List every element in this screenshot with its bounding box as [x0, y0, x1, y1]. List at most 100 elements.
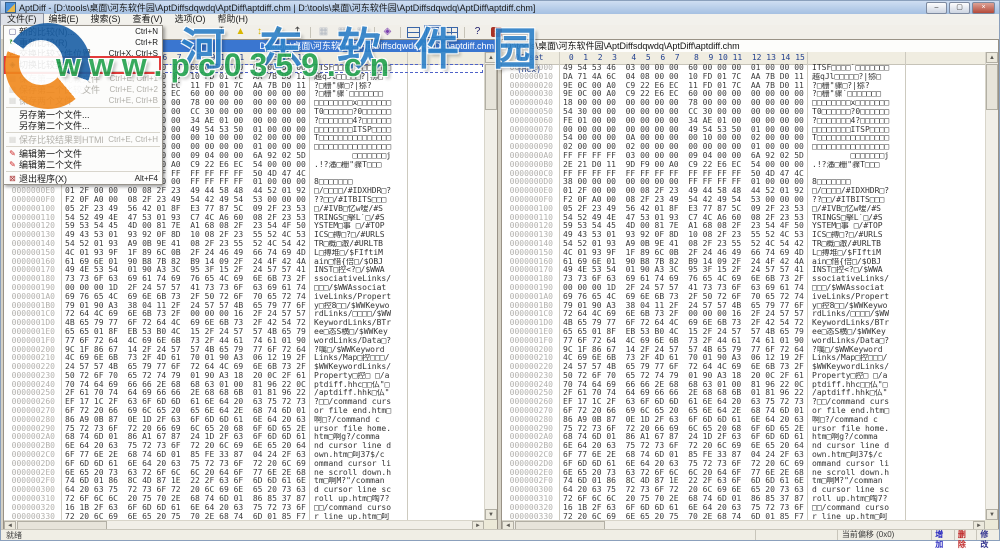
row-ascii: 啊□?/command c [314, 416, 406, 425]
row-bytes: 50 72 6F 70 65 72 74 79 01 90 A3 18 20 0… [563, 371, 804, 380]
scroll-up-button[interactable]: ▲ [485, 52, 497, 63]
column-divider [905, 52, 906, 522]
comparison-type-icon[interactable]: ◈ [379, 25, 396, 40]
save-second-file-icon[interactable]: ▦ [334, 25, 351, 40]
row-ascii: roll up.htm□啕7? [314, 495, 406, 504]
row-ascii: rdLinks/□□□□/$WW [314, 310, 406, 319]
vertical-scrollbar[interactable]: ▲▼ [484, 52, 497, 520]
scroll-down-button[interactable]: ▼ [485, 509, 497, 520]
row-ascii: □□□□□□□□ITSP□□□□ [314, 126, 406, 135]
file-menu-item-8[interactable]: ▦保存两个文件Ctrl+E, Ctrl+B [4, 95, 162, 106]
previous-difference-icon[interactable]: ▲ [232, 25, 249, 40]
row-ascii: htm□啊g?/comma [812, 433, 904, 442]
row-ascii: □/□□□□/#IDXHDR□? [812, 187, 904, 196]
row-bytes: 61 69 6E 01 90 B8 7B 82 B9 14 09 2F 24 4… [65, 257, 306, 266]
menubar-item-1[interactable]: 文件(F) [1, 14, 43, 25]
row-ascii: ?□□/command curs [812, 398, 904, 407]
row-bytes: 75 72 73 6F 72 20 66 69 6C 65 20 68 6F 6… [65, 424, 306, 433]
save-both-files-icon[interactable]: ▦ [353, 25, 370, 40]
row-ascii: 8□□□□□□□ [812, 178, 904, 187]
row-bytes: 9E 0C 00 A0 C9 22 E6 EC 11 FD 01 7C AA 7… [563, 81, 804, 90]
toolbar-separator [400, 27, 401, 38]
row-ascii: /aptdiff.hhk□仏" [314, 389, 406, 398]
row-bytes: 79 01 90 A3 38 04 11 2F 24 57 57 4B 65 7… [563, 301, 804, 310]
row-ascii: $WWKeywordLinks/ [314, 363, 406, 372]
row-ascii: YSTEM□事 □/#TOP [314, 222, 406, 231]
row-bytes: F2 0F A0 00 08 2F 23 49 54 42 49 54 53 0… [65, 195, 306, 204]
menubar-item-2[interactable]: 编辑(E) [43, 14, 85, 25]
legend-增加: 增加 [931, 530, 954, 540]
close-button[interactable]: × [972, 2, 995, 14]
vertical-scroll-thumb[interactable] [485, 64, 497, 110]
last-difference-icon[interactable]: ↥ [289, 25, 306, 40]
scroll-down-button[interactable]: ▼ [986, 509, 998, 520]
next-difference-icon[interactable]: ▼ [270, 25, 287, 40]
layout-grid-icon[interactable] [443, 25, 460, 40]
row-ascii: own.htm□呵37$/c [314, 451, 406, 460]
row-ascii: ptdiff.hhc□□仏"□ [314, 381, 406, 390]
row-bytes: 9C 1F 86 67 14 2F 24 57 57 4B 65 79 77 6… [563, 345, 804, 354]
current-difference-icon[interactable]: ↕ [251, 25, 268, 40]
column-divider [559, 52, 560, 522]
layout-vertical-icon[interactable] [424, 25, 441, 40]
row-ascii: ?□栅"骤`□□□□□□□ [314, 90, 406, 99]
menubar-item-4[interactable]: 查看(V) [127, 14, 169, 25]
row-bytes: 49 4E 53 54 01 90 A3 3C 95 3F 15 2F 24 5… [65, 265, 306, 274]
exit-icon[interactable]: × [488, 25, 505, 40]
vertical-scrollbar[interactable]: ▲▼ [985, 52, 998, 520]
row-bytes: FF FF FF FF 03 00 00 00 09 04 00 00 6A 9… [563, 151, 804, 160]
save-first-file-icon[interactable]: ▦ [315, 25, 332, 40]
row-bytes: 54 30 00 00 00 00 00 00 CC 30 00 00 00 0… [563, 107, 804, 116]
row-bytes: 01 2F 00 00 00 08 2F 23 49 44 58 48 44 5… [65, 186, 306, 195]
first-difference-icon[interactable]: ↧ [213, 25, 230, 40]
row-ascii: KeywordLinks/BTr [812, 319, 904, 328]
save-both-files-icon: ▦ [6, 95, 19, 106]
row-bytes: 54 52 01 93 A9 0B 9E 41 08 2F 23 55 52 4… [563, 239, 804, 248]
row-ascii: ee□态S横□/$WWKey [812, 328, 904, 337]
file-menu-item-11[interactable]: 另存第二个文件... [4, 120, 162, 131]
status-empty-cell [755, 530, 837, 540]
file-menu-item-13[interactable]: ▦保存比较结果到HTML文件Ctrl+E, Ctrl+H [4, 134, 162, 145]
row-bytes: 2F 61 70 74 64 69 66 66 2E 68 68 6B 01 8… [65, 388, 306, 397]
file-menu-item-18[interactable]: ⊠退出程序(X)Alt+F4 [4, 173, 162, 184]
row-bytes: 02 00 00 00 02 00 00 00 00 00 00 00 01 0… [563, 142, 804, 151]
row-bytes: 00 00 00 1D 2F 24 57 57 41 73 73 6F 63 6… [563, 283, 804, 292]
maximize-button[interactable]: ▢ [949, 2, 970, 14]
menubar-item-5[interactable]: 选项(O) [169, 14, 212, 25]
menubar-item-3[interactable]: 搜索(S) [85, 14, 127, 25]
row-ascii: ain□惜{倍□/$OBJ [314, 258, 406, 267]
layout-horizontal-icon[interactable] [405, 25, 422, 40]
menubar-item-6[interactable]: 帮助(H) [212, 14, 255, 25]
row-ascii: ee□态S横□/$WWKey [314, 328, 406, 337]
row-bytes: 77 6F 72 64 4C 69 6E 6B 73 2F 44 61 74 6… [65, 336, 306, 345]
row-ascii: INST□控<?□/$WWA [812, 266, 904, 275]
row-bytes: 49 4E 53 54 01 90 A3 3C 95 3F 15 2F 24 5… [563, 265, 804, 274]
help-icon[interactable]: ? [469, 25, 486, 40]
file-menu-item-16[interactable]: ✎编辑第二个文件 [4, 159, 162, 170]
row-bytes: 16 1B 2F 63 6F 6D 6D 61 6E 64 20 63 75 7… [563, 503, 804, 512]
row-ascii: ursor file home. [314, 425, 406, 434]
row-bytes: FF FF FF FF FF FF FF FF FF FF FF FF 50 4… [563, 169, 804, 178]
row-bytes: 49 43 53 01 93 92 0F 8D 10 08 2F 23 55 5… [65, 230, 306, 239]
row-bytes: 50 72 6F 70 65 72 74 79 01 90 A3 18 20 0… [65, 371, 306, 380]
row-bytes: 59 53 54 45 4D 00 81 7E A1 68 08 2F 23 5… [563, 221, 804, 230]
row-bytes: 65 65 01 8F EB 53 B0 4C 15 2F 24 57 57 4… [65, 327, 306, 336]
row-ascii: □□□□□□□□x□□□□□□□ [314, 99, 406, 108]
row-bytes: 69 76 65 4C 69 6E 6B 73 2F 50 72 6F 70 6… [563, 292, 804, 301]
row-ascii: T0□□□□□□?0□□□□□□ [812, 108, 904, 117]
row-ascii: .!?潘□栅"骤T□□□ [314, 161, 406, 170]
save-first-file-icon: ▦ [6, 73, 19, 84]
scroll-up-button[interactable]: ▲ [986, 52, 998, 63]
toolbar-separator [310, 27, 311, 38]
toolbar-separator [464, 27, 465, 38]
row-ascii: roll up.htm□啕7? [812, 495, 904, 504]
row-ascii: 啊□?/command c [812, 416, 904, 425]
vertical-scroll-thumb[interactable] [986, 64, 998, 110]
minimize-button[interactable]: – [926, 2, 947, 14]
row-bytes: 00 00 00 00 00 00 00 00 49 54 53 50 01 0… [563, 125, 804, 134]
menu-item-shortcut: Ctrl+E, Ctrl+1 [110, 74, 158, 83]
row-bytes: 70 74 64 69 66 66 2E 68 68 63 01 00 81 9… [563, 380, 804, 389]
row-bytes: 6F 6D 6D 61 6E 64 20 63 75 72 73 6F 72 2… [65, 459, 306, 468]
row-bytes: 4C 01 93 9F 1F 89 6C 0B 2F 24 46 49 66 7… [65, 248, 306, 257]
row-ascii: TRINGS□擊L`□/#S [812, 214, 904, 223]
